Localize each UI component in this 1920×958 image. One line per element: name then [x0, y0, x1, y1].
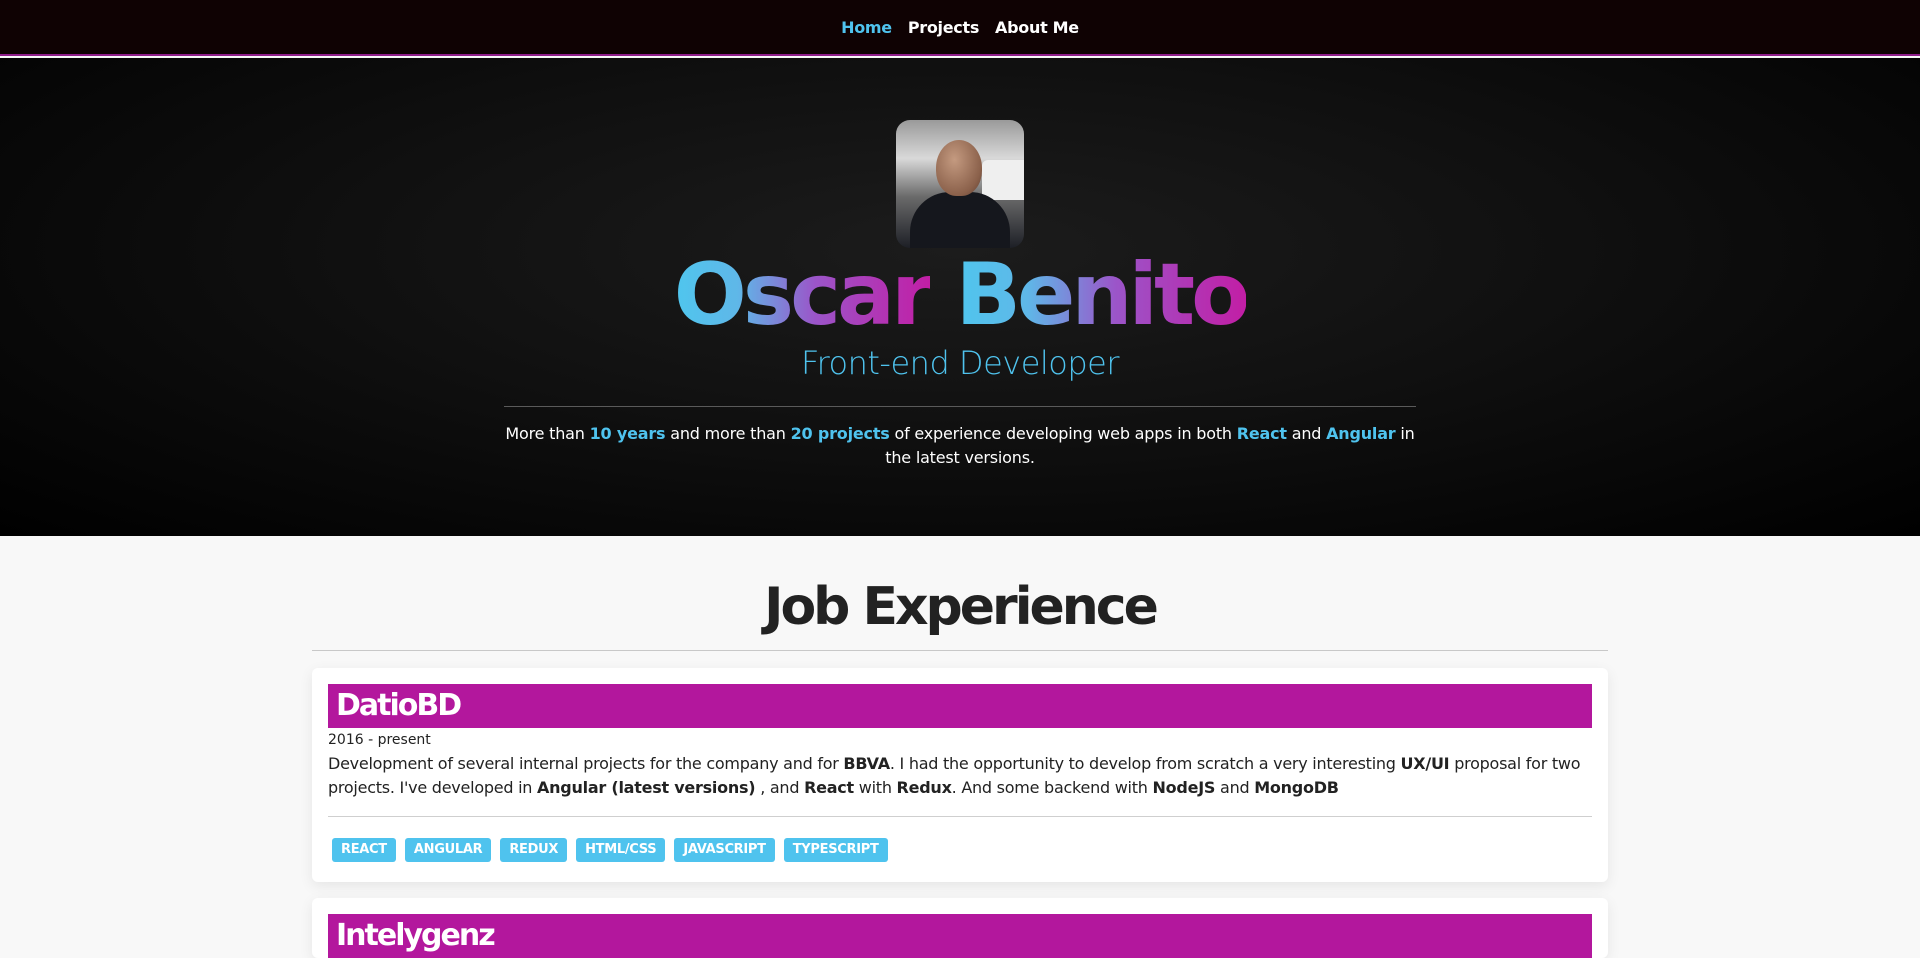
company-name: DatioBD: [336, 688, 462, 723]
section-divider: [312, 650, 1608, 651]
intro-highlight-projects: 20 projects: [790, 424, 890, 443]
tag-redux: REDUX: [500, 838, 568, 862]
desc-bold: React: [804, 778, 854, 797]
top-nav: Home Projects About Me: [0, 0, 1920, 56]
intro-text: More than: [505, 424, 590, 443]
desc-text: , and: [755, 778, 805, 797]
desc-text: and: [1215, 778, 1255, 797]
intro-highlight-react: React: [1236, 424, 1287, 443]
desc-text: . And some backend with: [951, 778, 1153, 797]
avatar-background: [982, 160, 1024, 200]
desc-bold: NodeJS: [1152, 778, 1216, 797]
nav-home-link[interactable]: Home: [841, 18, 892, 37]
company-name: Intelygenz: [336, 918, 496, 953]
hero-section: Oscar Benito Front-end Developer More th…: [0, 58, 1920, 536]
intro-highlight-angular: Angular: [1326, 424, 1396, 443]
tag-list: REACT ANGULAR REDUX HTML/CSS JAVASCRIPT …: [332, 838, 888, 862]
job-card: DatioBD 2016 - present Development of se…: [312, 668, 1608, 882]
intro-highlight-years: 10 years: [589, 424, 666, 443]
desc-text: . I had the opportunity to develop from …: [889, 754, 1401, 773]
tag-angular: ANGULAR: [404, 838, 492, 862]
desc-bold: Angular (latest versions): [537, 778, 756, 797]
desc-bold: BBVA: [843, 754, 890, 773]
tag-react: REACT: [332, 838, 396, 862]
tag-typescript: TYPESCRIPT: [783, 838, 888, 862]
avatar-head: [936, 140, 982, 196]
desc-bold: MongoDB: [1254, 778, 1339, 797]
job-period: 2016 - present: [328, 732, 431, 748]
hero-role: Front-end Developer: [800, 344, 1120, 382]
hero-last-name: Benito: [955, 245, 1250, 345]
avatar: [896, 120, 1024, 248]
intro-text: and: [1286, 424, 1327, 443]
hero-divider: [504, 406, 1416, 407]
hero-name: Oscar Benito: [0, 240, 1920, 350]
job-card: Intelygenz: [312, 898, 1608, 958]
desc-text: Development of several internal projects…: [328, 754, 844, 773]
job-description: Development of several internal projects…: [328, 752, 1598, 800]
intro-text: of experience developing web apps in bot…: [889, 424, 1237, 443]
intro-text: and more than: [665, 424, 791, 443]
nav-projects-link[interactable]: Projects: [908, 18, 980, 37]
tag-javascript: JAVASCRIPT: [674, 838, 775, 862]
desc-bold: Redux: [896, 778, 952, 797]
company-header: DatioBD: [328, 684, 1592, 728]
hero-first-name: Oscar: [673, 245, 934, 345]
nav-about-link[interactable]: About Me: [995, 18, 1079, 37]
tag-html-css: HTML/CSS: [576, 838, 666, 862]
job-experience-title: Job Experience: [764, 577, 1159, 637]
desc-bold: UX/UI: [1400, 754, 1450, 773]
hero-intro: More than 10 years and more than 20 proj…: [504, 422, 1416, 470]
desc-text: with: [853, 778, 897, 797]
card-divider: [328, 816, 1592, 817]
company-header: Intelygenz: [328, 914, 1592, 958]
